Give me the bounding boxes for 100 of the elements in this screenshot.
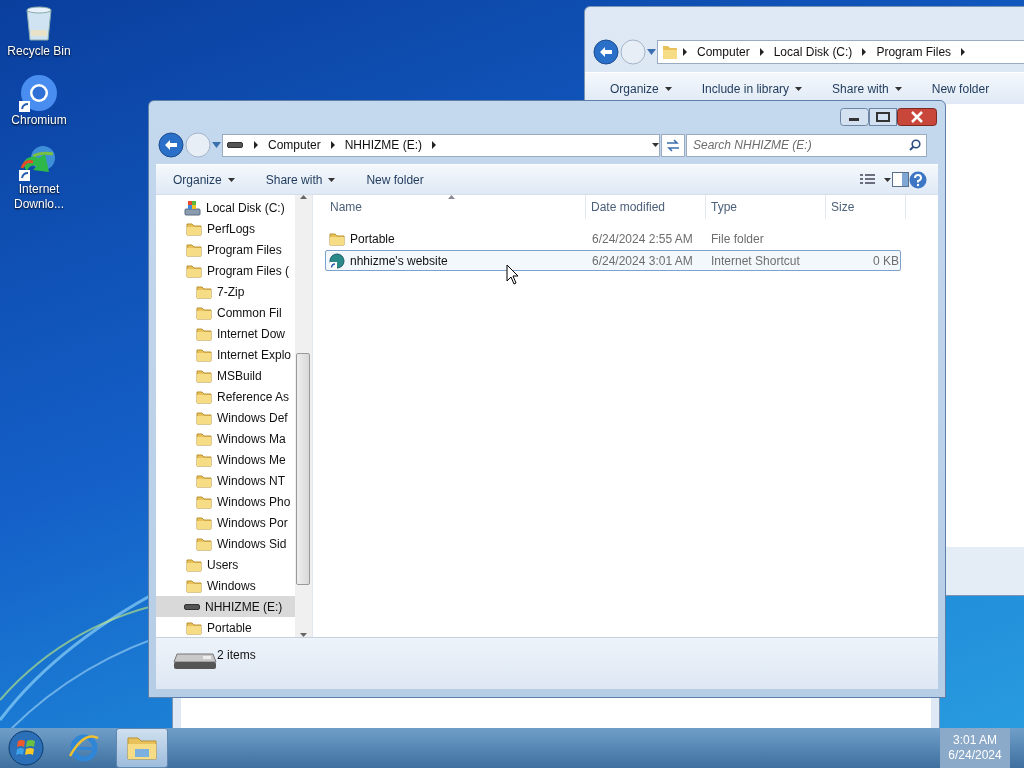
tree-item[interactable]: Common Fil xyxy=(156,302,295,323)
drive-icon xyxy=(184,199,201,216)
history-dropdown-icon xyxy=(212,142,221,148)
folder-icon xyxy=(196,536,212,551)
file-row[interactable]: nhhizme's website 6/24/2024 3:01 AM Internet Shortcut 0 KB xyxy=(325,250,901,271)
folder-icon xyxy=(196,305,212,320)
toolbar-button[interactable]: New folder xyxy=(366,170,424,189)
windows-logo-icon xyxy=(7,729,45,767)
folder-icon xyxy=(196,431,212,446)
tree-item[interactable]: Portable xyxy=(156,617,295,637)
column-header[interactable]: Date modified xyxy=(586,195,706,219)
search-icon xyxy=(909,138,921,151)
toolbar-button[interactable]: New folder xyxy=(931,79,990,98)
tree-item[interactable]: Program Files xyxy=(156,239,295,260)
tree-item[interactable]: Internet Dow xyxy=(156,323,295,344)
folder-icon xyxy=(196,410,212,425)
table-cell-text: 0 KB xyxy=(872,252,899,270)
sort-arrow-icon xyxy=(448,195,455,199)
minimize-button-icon xyxy=(840,108,869,126)
scrollbar-thumb[interactable] xyxy=(296,353,310,585)
tree-item[interactable]: Windows Ma xyxy=(156,428,295,449)
folder-icon xyxy=(196,326,212,341)
desktop-icon-label[interactable]: Internet Downlo... xyxy=(2,182,76,212)
column-header[interactable]: Size xyxy=(826,195,906,219)
tree-item[interactable]: 7-Zip xyxy=(156,281,295,302)
file-name: nhhizme's website xyxy=(350,252,448,270)
back-button-icon xyxy=(158,132,184,158)
desktop-icon-label[interactable]: Chromium xyxy=(2,113,76,128)
tree-item[interactable]: Reference As xyxy=(156,386,295,407)
tree-item[interactable]: Windows Pho xyxy=(156,491,295,512)
breadcrumb-arrow-icon xyxy=(682,48,688,56)
tree-item[interactable]: PerfLogs xyxy=(156,218,295,239)
toolbar-button[interactable]: Organize xyxy=(610,79,672,98)
table-cell-text: File folder xyxy=(710,230,765,248)
maximize-button-icon xyxy=(869,108,897,126)
breadcrumb-item[interactable]: Computer xyxy=(692,43,755,61)
tree-item[interactable]: MSBuild xyxy=(156,365,295,386)
file-row[interactable]: Portable 6/24/2024 2:55 AM File folder xyxy=(325,228,901,249)
tree-item[interactable]: Program Files ( xyxy=(156,260,295,281)
preview-pane-icon xyxy=(892,172,909,187)
drive-icon xyxy=(184,602,200,611)
toolbar-button[interactable]: Include in library xyxy=(701,79,803,98)
tree-item[interactable]: NHHIZME (E:) xyxy=(156,596,295,617)
folder-icon xyxy=(196,494,212,509)
toolbar-button[interactable]: Share with xyxy=(832,79,902,98)
tree-item[interactable]: Windows Def xyxy=(156,407,295,428)
folder-icon xyxy=(186,557,202,572)
folder-icon xyxy=(329,231,345,246)
breadcrumb-arrow-icon xyxy=(253,141,259,149)
table-cell-text: 6/24/2024 3:01 AM xyxy=(591,252,694,270)
folder-icon xyxy=(186,578,202,593)
address-bar[interactable]: Computer NHHIZME (E:) xyxy=(222,133,660,157)
toolbar-button[interactable]: Organize xyxy=(173,170,235,189)
tree-item[interactable]: Windows Por xyxy=(156,512,295,533)
folder-icon xyxy=(196,452,212,467)
table-cell-text: 6/24/2024 2:55 AM xyxy=(591,230,694,248)
folder-icon xyxy=(196,347,212,362)
folder-icon xyxy=(186,263,202,278)
folder-icon xyxy=(196,368,212,383)
folder-icon xyxy=(186,242,202,257)
file-name: Portable xyxy=(350,230,395,248)
scrollbar[interactable] xyxy=(295,195,312,637)
desktop-icon-label[interactable]: Recycle Bin xyxy=(2,44,76,59)
refresh-icon xyxy=(661,133,685,157)
breadcrumb-arrow-icon xyxy=(329,141,336,149)
taskbar-button[interactable] xyxy=(116,728,168,768)
dropdown-caret-icon xyxy=(652,143,659,147)
folder-icon xyxy=(186,620,202,635)
toolbar-button[interactable]: Share with xyxy=(265,170,336,189)
folder-icon xyxy=(196,515,212,530)
folder-icon xyxy=(196,389,212,404)
search-field[interactable]: Search NHHIZME (E:) xyxy=(686,133,927,157)
column-header[interactable]: Type xyxy=(706,195,826,219)
breadcrumb-item[interactable]: NHHIZME (E:) xyxy=(339,136,427,154)
tree-item[interactable]: Windows Sid xyxy=(156,533,295,554)
breadcrumb-arrow-icon xyxy=(431,141,437,149)
address-bar[interactable]: Computer Local Disk (C:) Program Files xyxy=(657,40,1024,64)
browser-icon xyxy=(19,73,59,113)
tree-item[interactable]: Windows NT xyxy=(156,470,295,491)
folder-icon xyxy=(196,473,212,488)
table-cell-text: Internet Shortcut xyxy=(710,252,801,270)
folder-icon xyxy=(186,221,202,236)
close-button-icon xyxy=(897,108,937,126)
tree-item[interactable]: Internet Explo xyxy=(156,344,295,365)
breadcrumb-item[interactable]: Program Files xyxy=(871,43,957,61)
tree-item[interactable]: Users xyxy=(156,554,295,575)
breadcrumb-item[interactable]: Local Disk (C:) xyxy=(768,43,858,61)
tree-item[interactable]: Windows Me xyxy=(156,449,295,470)
help-icon xyxy=(909,170,927,189)
breadcrumb-arrow-icon xyxy=(960,48,967,56)
forward-button-icon xyxy=(620,39,646,65)
breadcrumb-item[interactable]: Computer xyxy=(263,136,326,154)
back-button-icon xyxy=(593,39,619,65)
folder-icon xyxy=(662,44,678,60)
mouse-pointer-icon xyxy=(506,264,520,285)
forward-button-icon xyxy=(185,132,211,158)
item-count: 2 items xyxy=(217,647,256,664)
view-options-icon xyxy=(860,172,892,187)
tree-item[interactable]: Windows xyxy=(156,575,295,596)
tree-item[interactable]: Local Disk (C:) xyxy=(156,197,295,218)
